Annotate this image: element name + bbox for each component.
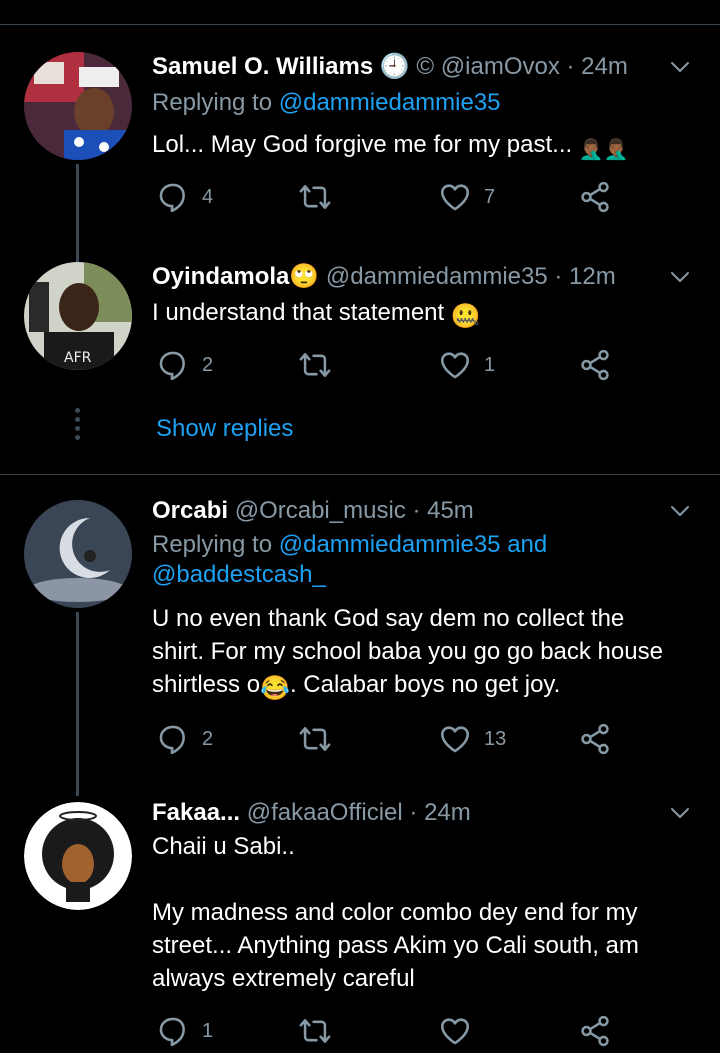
tweet-text: Chaii u Sabi.. My madness and color comb… — [152, 833, 639, 992]
reply-count: 2 — [202, 353, 214, 376]
like-button[interactable]: 13 — [438, 722, 506, 756]
tweet-text: Lol... May God forgive me for my past...… — [152, 128, 684, 167]
like-count: 1 — [484, 353, 496, 376]
svg-text:AFR: AFR — [64, 350, 92, 366]
like-count: 7 — [484, 185, 496, 208]
replying-to: Replying to @dammiedammie35 — [152, 88, 501, 118]
reply-button[interactable]: 2 — [156, 348, 213, 382]
share-button[interactable] — [578, 348, 612, 382]
retweet-button[interactable] — [298, 348, 332, 382]
like-count: 13 — [484, 727, 507, 750]
reply-icon — [156, 722, 190, 756]
share-button[interactable] — [578, 722, 612, 756]
reply-icon — [156, 348, 190, 382]
reply-icon — [156, 1014, 190, 1048]
timestamp[interactable]: · 24m — [409, 799, 470, 826]
heart-icon — [438, 348, 472, 382]
author-handle[interactable]: @Orcabi_music — [235, 497, 406, 524]
retweet-icon — [298, 722, 332, 756]
timestamp[interactable]: · 12m — [554, 263, 615, 290]
retweet-icon — [298, 1014, 332, 1048]
avatar-samuel[interactable] — [24, 52, 132, 160]
retweet-icon — [298, 348, 332, 382]
tweet-fakaa[interactable]: Fakaa... @fakaaOfficiel · 24m Chaii u Sa… — [0, 798, 720, 1053]
mention-link[interactable]: @dammiedammie35 — [279, 531, 501, 558]
author-handle[interactable]: @iamOvox — [441, 53, 560, 80]
timestamp[interactable]: · 45m — [412, 497, 473, 524]
share-button[interactable] — [578, 180, 612, 214]
heart-icon — [438, 1014, 472, 1048]
section-divider — [0, 474, 720, 475]
share-icon — [578, 722, 612, 756]
tweet-samuel[interactable]: Samuel O. Williams 🕘 © @iamOvox · 24m Re… — [0, 52, 720, 267]
author-name[interactable]: Oyindamola🙄 — [152, 263, 319, 290]
facepalm-emoji: 🤦🏾‍♂️🤦🏾‍♂️ — [578, 139, 629, 161]
retweet-icon — [298, 180, 332, 214]
heart-icon — [438, 722, 472, 756]
reply-button[interactable]: 4 — [156, 180, 213, 214]
reply-button[interactable]: 1 — [156, 1014, 213, 1048]
retweet-button[interactable] — [298, 180, 332, 214]
show-replies-link[interactable]: Show replies — [156, 415, 293, 443]
avatar-fakaa[interactable] — [24, 802, 132, 910]
more-replies-dots — [75, 408, 80, 444]
zipper-mouth-emoji: 🤐 — [450, 303, 481, 330]
tweet-oyindamola[interactable]: AFR Oyindamola🙄 @dammiedammie35 · 12m I … — [0, 262, 720, 452]
author-badges: 🕘 © — [379, 53, 435, 80]
heart-icon — [438, 180, 472, 214]
mention-and: and — [500, 531, 548, 558]
tweet-text: I understand that statement 🤐 — [152, 296, 684, 333]
author-handle[interactable]: @dammiedammie35 — [326, 263, 548, 290]
chevron-down-icon[interactable] — [668, 265, 692, 289]
timestamp[interactable]: · 24m — [567, 53, 628, 80]
retweet-button[interactable] — [298, 1014, 332, 1048]
like-button[interactable]: 7 — [438, 180, 495, 214]
like-button[interactable] — [438, 1014, 472, 1048]
chevron-down-icon[interactable] — [668, 801, 692, 825]
thread-line — [76, 164, 79, 267]
chevron-down-icon[interactable] — [668, 55, 692, 79]
retweet-button[interactable] — [298, 722, 332, 756]
mention-link[interactable]: @dammiedammie35 — [279, 89, 501, 116]
reply-count: 2 — [202, 727, 214, 750]
share-button[interactable] — [578, 1014, 612, 1048]
author-name[interactable]: Fakaa... — [152, 799, 240, 826]
mention-link[interactable]: @baddestcash_ — [152, 561, 326, 588]
share-icon — [578, 1014, 612, 1048]
share-icon — [578, 180, 612, 214]
replying-to: Replying to @dammiedammie35 and @baddest… — [152, 530, 684, 590]
reply-count: 1 — [202, 1019, 214, 1042]
reply-count: 4 — [202, 185, 214, 208]
like-button[interactable]: 1 — [438, 348, 495, 382]
replying-label: Replying to — [152, 89, 279, 116]
author-name[interactable]: Orcabi — [152, 497, 228, 524]
avatar-orcabi[interactable] — [24, 500, 132, 608]
author-name[interactable]: Samuel O. Williams — [152, 53, 373, 80]
tweet-text: U no even thank God say dem no collect t… — [152, 602, 684, 705]
chevron-down-icon[interactable] — [668, 499, 692, 523]
reply-button[interactable]: 2 — [156, 722, 213, 756]
avatar-oyindamola[interactable]: AFR — [24, 262, 132, 370]
laughing-emoji: 😂 — [260, 675, 290, 702]
tweet-orcabi[interactable]: Orcabi @Orcabi_music · 45m Replying to @… — [0, 496, 720, 796]
top-divider — [0, 24, 720, 25]
reply-icon — [156, 180, 190, 214]
thread-line — [76, 612, 79, 796]
author-handle[interactable]: @fakaaOfficiel — [247, 799, 403, 826]
replying-label: Replying to — [152, 531, 279, 558]
share-icon — [578, 348, 612, 382]
